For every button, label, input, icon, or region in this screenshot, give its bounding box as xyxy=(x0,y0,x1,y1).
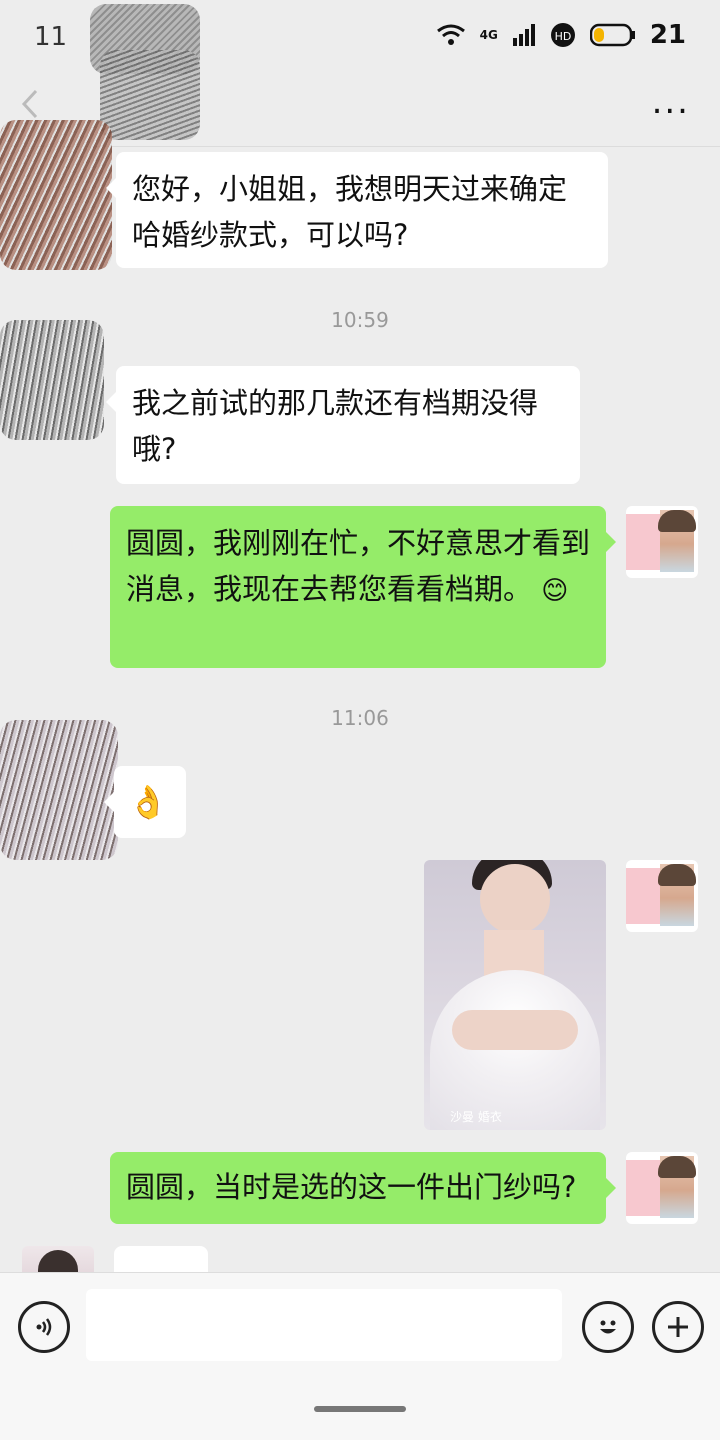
message-bubble-received[interactable] xyxy=(114,1246,208,1274)
avatar[interactable] xyxy=(626,1152,698,1224)
chevron-left-icon xyxy=(21,89,38,119)
input-bar xyxy=(0,1272,720,1377)
battery-icon xyxy=(589,23,635,47)
more-button[interactable]: ... xyxy=(652,82,690,122)
redacted-avatar xyxy=(0,320,104,440)
photo-caption: 沙曼 婚衣 xyxy=(450,1110,502,1124)
message-bubble-sent[interactable]: 圆圆，我刚刚在忙，不好意思才看到消息，我现在去帮您看看档期。 😊 xyxy=(110,506,616,668)
smile-icon xyxy=(600,1320,616,1334)
hd-icon: HD xyxy=(550,23,575,47)
home-indicator[interactable] xyxy=(314,1406,406,1412)
svg-text:HD: HD xyxy=(554,30,571,43)
message-text: 我之前试的那几款还有档期没得哦? xyxy=(132,386,539,466)
message-text: 圆圆，我刚刚在忙，不好意思才看到消息，我现在去帮您看看档期。 xyxy=(126,526,591,606)
signal-icon xyxy=(512,24,535,46)
ok-hand-emoji: 👌 xyxy=(128,783,168,821)
message-input[interactable] xyxy=(86,1289,562,1361)
avatar[interactable] xyxy=(626,506,698,578)
plus-icon xyxy=(668,1317,688,1337)
emoji-button[interactable] xyxy=(582,1301,634,1353)
timestamp: 11:06 xyxy=(331,706,389,730)
wedding-dress-photo[interactable]: 沙曼 婚衣 xyxy=(424,860,606,1130)
message-bubble-received[interactable]: 👌 xyxy=(104,766,186,838)
home-area xyxy=(0,1376,720,1440)
message-text: 您好，小姐姐，我想明天过来确定哈婚纱款式，可以吗? xyxy=(132,172,568,252)
message-bubble-received[interactable]: 我之前试的那几款还有档期没得哦? xyxy=(106,366,580,484)
message-bubble-received[interactable]: 您好，小姐姐，我想明天过来确定哈婚纱款式，可以吗? xyxy=(106,152,608,268)
battery-level: 21 xyxy=(649,20,686,50)
status-time: 11 xyxy=(34,22,68,52)
timestamp: 10:59 xyxy=(331,308,389,332)
message-bubble-sent[interactable]: 圆圆，当时是选的这一件出门纱吗? xyxy=(110,1152,616,1224)
add-button[interactable] xyxy=(652,1301,704,1353)
network-type: 4G xyxy=(479,28,498,42)
status-icons: 4G HD 21 xyxy=(436,20,686,50)
avatar[interactable] xyxy=(626,860,698,932)
smile-emoji: 😊 xyxy=(541,576,569,606)
redacted-avatar xyxy=(0,720,118,860)
voice-button[interactable] xyxy=(18,1301,70,1353)
voice-icon xyxy=(36,1318,52,1336)
message-text: 圆圆，当时是选的这一件出门纱吗? xyxy=(126,1170,577,1204)
wifi-icon xyxy=(436,24,465,45)
redacted-scribble xyxy=(100,50,200,140)
redacted-avatar xyxy=(0,120,112,270)
